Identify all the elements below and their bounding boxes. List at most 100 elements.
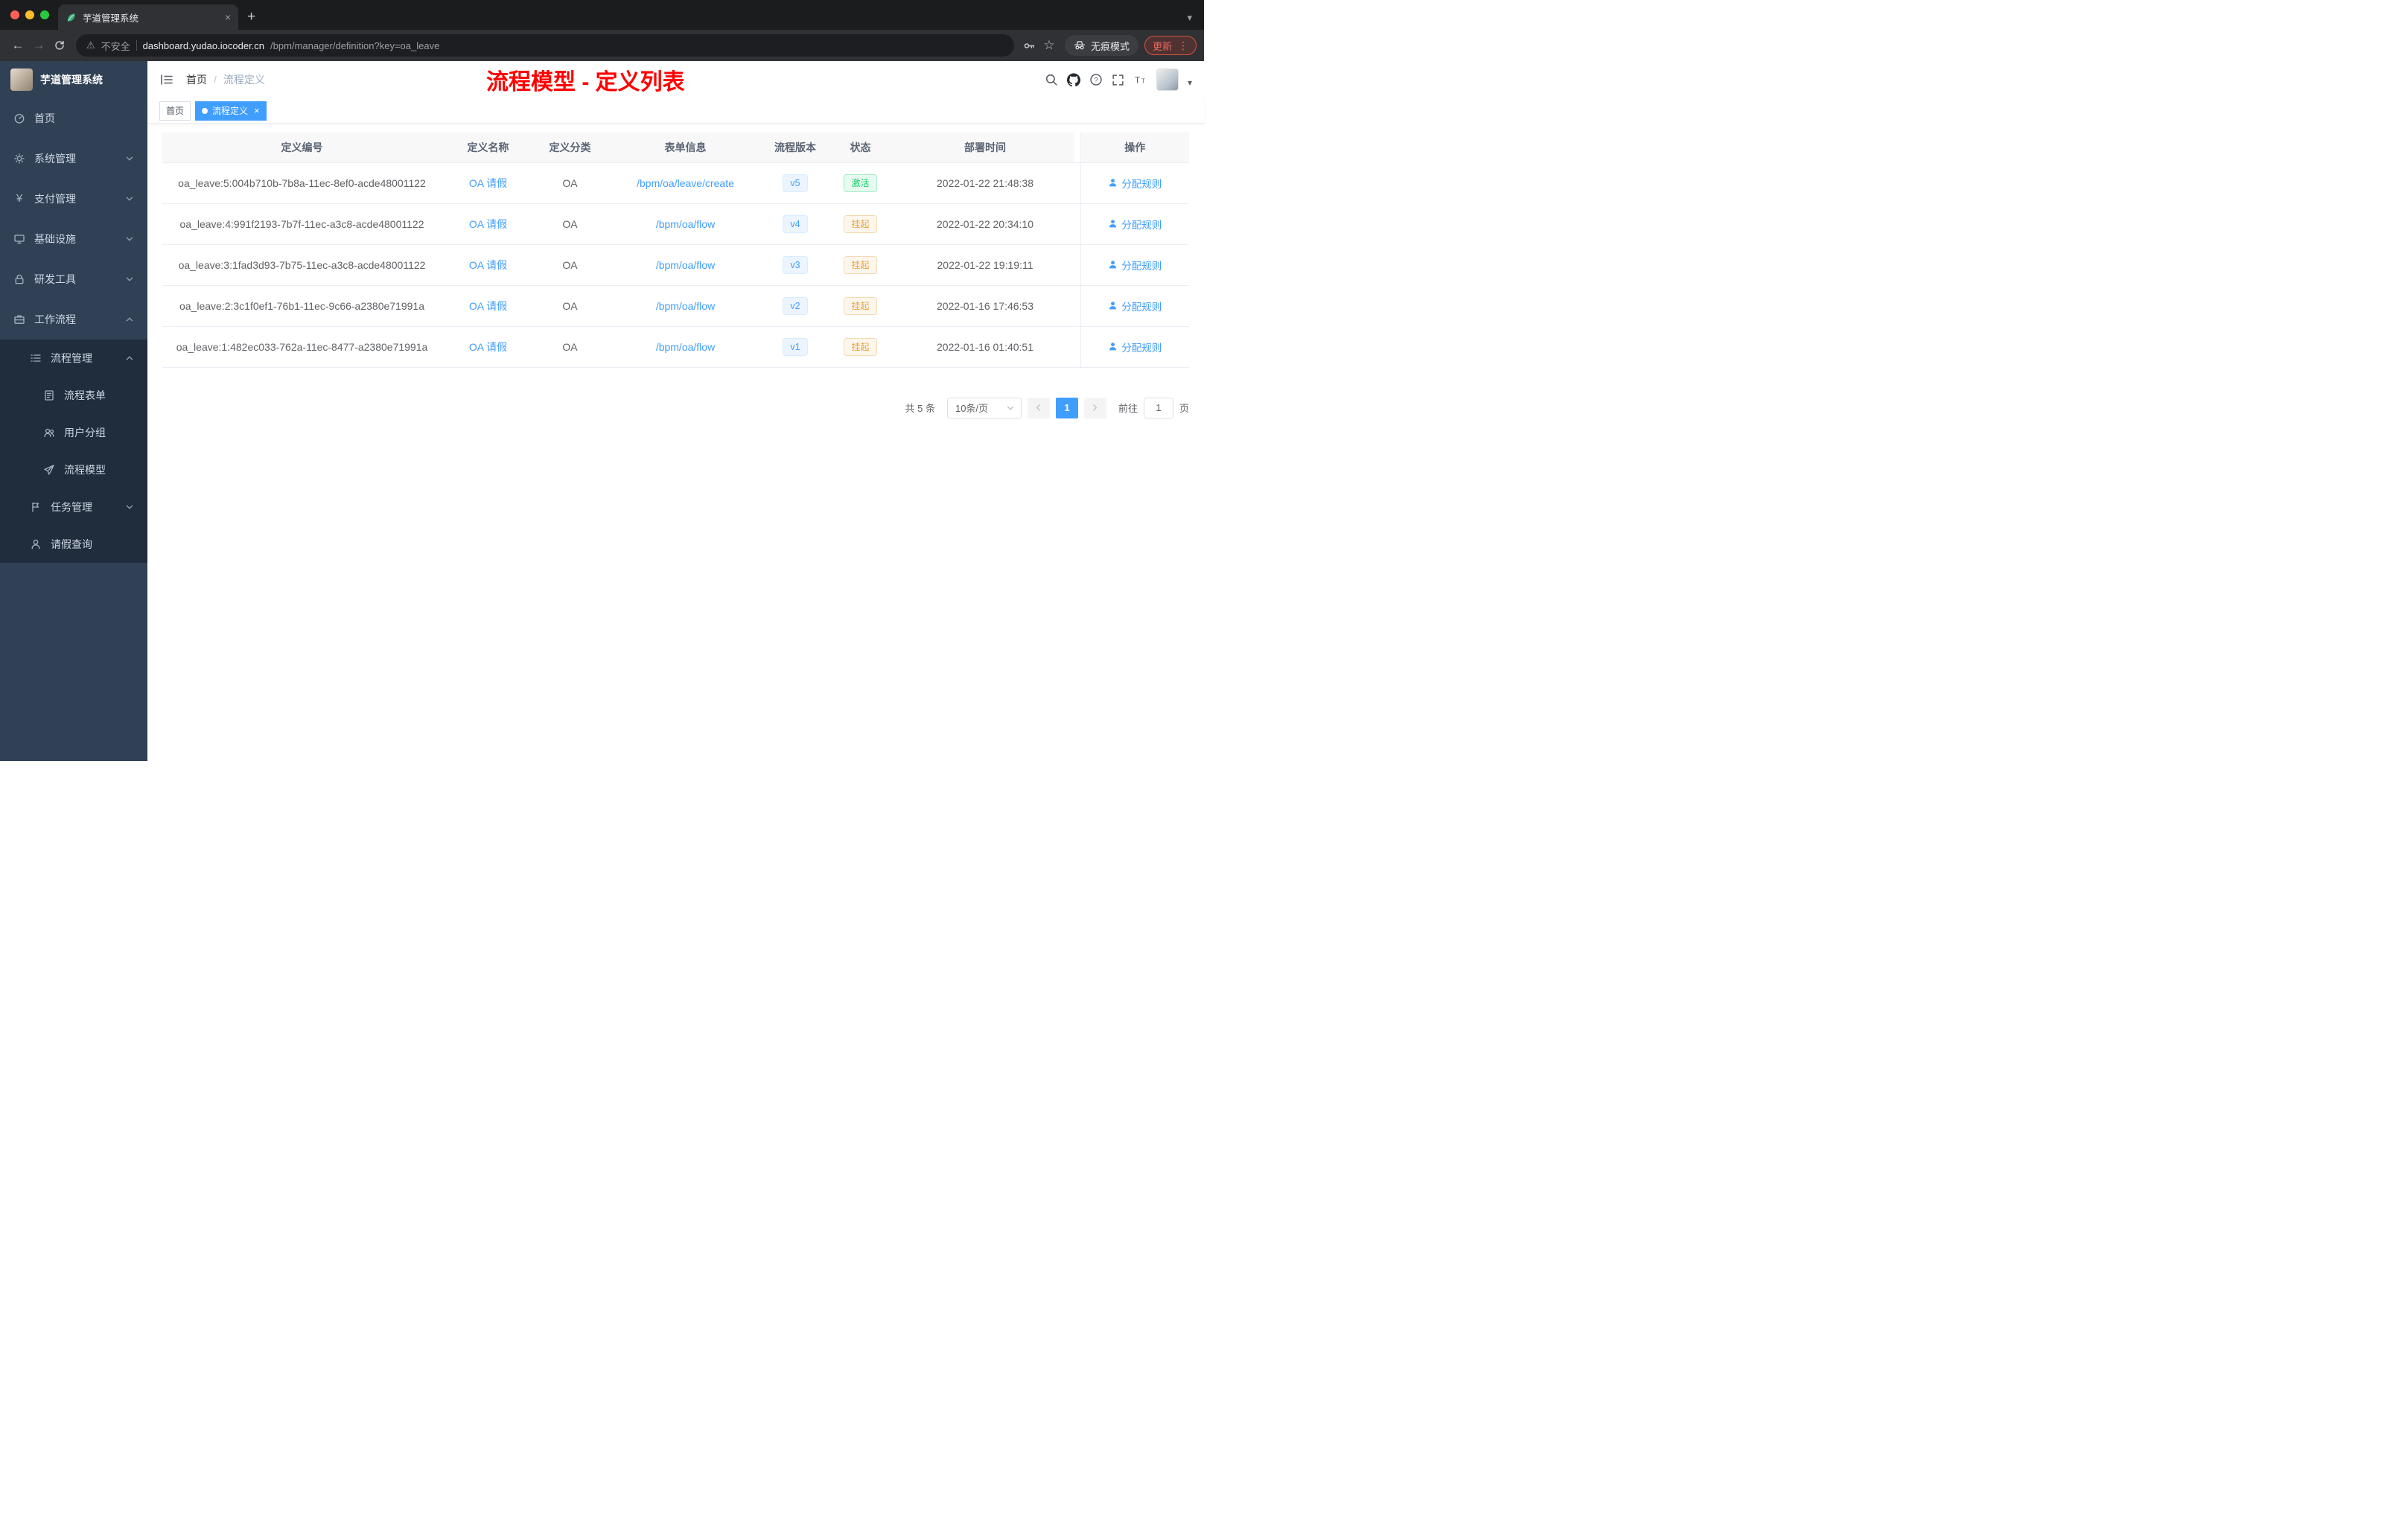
sidebar-item-home[interactable]: 首页 <box>0 98 147 138</box>
window-minimize-button[interactable] <box>25 10 34 19</box>
prev-page-button[interactable] <box>1027 397 1050 418</box>
definition-name-link[interactable]: OA 请假 <box>469 259 507 271</box>
update-button[interactable]: 更新 ⋮ <box>1144 36 1197 55</box>
address-bar[interactable]: ⚠ 不安全 dashboard.yudao.iocoder.cn/bpm/man… <box>76 34 1014 57</box>
tab-list-caret-icon[interactable]: ▾ <box>1187 12 1204 30</box>
cell-deploy-time: 2022-01-16 17:46:53 <box>896 285 1074 327</box>
page-number-button[interactable]: 1 <box>1055 397 1078 418</box>
form-info-link[interactable]: /bpm/oa/leave/create <box>637 177 734 189</box>
assign-rule-button[interactable]: 分配规则 <box>1108 258 1162 273</box>
definition-name-link[interactable]: OA 请假 <box>469 218 507 230</box>
definition-name-link[interactable]: OA 请假 <box>469 341 507 353</box>
sidebar-toggle-icon[interactable] <box>159 72 174 87</box>
definition-name-link[interactable]: OA 请假 <box>469 300 507 312</box>
version-tag: v1 <box>783 337 808 356</box>
sidebar: 芋道管理系统 首页 系统管理 ¥ 支付管理 基础设施 研发工具 工作流程 流程管… <box>0 61 147 761</box>
browser-menu-icon[interactable]: ⋮ <box>1178 39 1188 52</box>
sidebar-item-infrastructure[interactable]: 基础设施 <box>0 219 147 259</box>
security-warning-icon: ⚠ <box>86 39 95 51</box>
chevron-down-icon <box>126 505 133 509</box>
fixed-column-gap <box>1074 326 1080 368</box>
status-tag: 挂起 <box>844 296 877 315</box>
fixed-column-gap <box>1074 244 1080 286</box>
col-deploy-time: 部署时间 <box>896 133 1074 163</box>
avatar-caret-icon[interactable]: ▾ <box>1188 77 1192 88</box>
table-row: oa_leave:4:991f2193-7b7f-11ec-a3c8-acde4… <box>162 203 1189 245</box>
tab-close-icon[interactable]: × <box>225 11 231 23</box>
breadcrumb: 首页 / 流程定义 <box>186 72 265 87</box>
new-tab-button[interactable]: + <box>238 9 264 30</box>
sidebar-item-process-management[interactable]: 流程管理 <box>0 340 147 377</box>
url-divider <box>136 40 137 51</box>
browser-tab-strip: 芋道管理系统 × + ▾ <box>0 0 1204 30</box>
goto-label: 前往 <box>1118 403 1138 414</box>
assign-rule-button[interactable]: 分配规则 <box>1108 217 1162 232</box>
cell-deploy-time: 2022-01-22 19:19:11 <box>896 244 1074 286</box>
bookmark-star-icon[interactable]: ☆ <box>1039 36 1059 55</box>
sidebar-item-leave-query[interactable]: 请假查询 <box>0 526 147 563</box>
fullscreen-icon[interactable] <box>1112 73 1125 86</box>
col-definition-id: 定义编号 <box>162 133 442 163</box>
window-controls <box>10 10 49 19</box>
font-size-icon[interactable]: TT <box>1134 73 1147 86</box>
search-icon[interactable] <box>1045 73 1058 86</box>
lock-icon <box>15 274 24 284</box>
security-label[interactable]: 不安全 <box>101 39 130 53</box>
chevron-down-icon <box>126 237 133 241</box>
version-tag: v5 <box>783 173 808 192</box>
url-host: dashboard.yudao.iocoder.cn <box>142 39 265 51</box>
tags-view: 首页 流程定义 × <box>147 98 1204 124</box>
form-info-link[interactable]: /bpm/oa/flow <box>656 218 715 230</box>
window-zoom-button[interactable] <box>40 10 49 19</box>
reload-button[interactable] <box>49 35 70 56</box>
status-tag: 激活 <box>844 173 877 192</box>
help-icon[interactable]: ? <box>1089 73 1103 86</box>
tag-process-definition-label: 流程定义 <box>212 106 249 116</box>
fixed-column-gap <box>1074 285 1080 327</box>
sidebar-item-system[interactable]: 系统管理 <box>0 138 147 179</box>
breadcrumb-home[interactable]: 首页 <box>186 72 207 87</box>
assign-rule-button[interactable]: 分配规则 <box>1108 299 1162 313</box>
sidebar-item-user-group[interactable]: 用户分组 <box>0 414 147 451</box>
chevron-down-icon <box>126 277 133 281</box>
forward-button[interactable]: → <box>28 35 49 56</box>
incognito-label: 无痕模式 <box>1090 40 1130 52</box>
sidebar-menu: 首页 系统管理 ¥ 支付管理 基础设施 研发工具 工作流程 流程管理 流程表单 … <box>0 98 147 563</box>
col-process-version: 流程版本 <box>765 133 825 163</box>
next-page-button[interactable] <box>1083 397 1106 418</box>
github-icon[interactable] <box>1066 73 1080 86</box>
page-size-select[interactable]: 10条/页 <box>946 397 1022 418</box>
sidebar-item-workflow[interactable]: 工作流程 <box>0 299 147 340</box>
list-icon <box>31 354 41 362</box>
tag-process-definition[interactable]: 流程定义 × <box>195 101 267 121</box>
goto-page-input[interactable] <box>1143 397 1173 418</box>
password-key-icon[interactable] <box>1020 36 1039 55</box>
user-avatar[interactable] <box>1156 69 1179 91</box>
cell-definition-id: oa_leave:1:482ec033-762a-11ec-8477-a2380… <box>162 326 442 368</box>
window-close-button[interactable] <box>10 10 19 19</box>
tag-home[interactable]: 首页 <box>159 101 191 121</box>
form-info-link[interactable]: /bpm/oa/flow <box>656 259 715 271</box>
cell-category: OA <box>535 162 605 204</box>
definition-name-link[interactable]: OA 请假 <box>469 177 507 189</box>
header-actions: ? TT ▾ <box>1045 69 1192 91</box>
back-button[interactable]: ← <box>7 35 28 56</box>
cell-deploy-time: 2022-01-22 20:34:10 <box>896 203 1074 245</box>
tag-close-icon[interactable]: × <box>254 105 260 116</box>
browser-tab[interactable]: 芋道管理系统 × <box>58 4 238 30</box>
sidebar-item-process-form[interactable]: 流程表单 <box>0 377 147 414</box>
definition-table: 定义编号 定义名称 定义分类 表单信息 流程版本 状态 部署时间 操作 oa_l… <box>162 133 1189 368</box>
url-path: /bpm/manager/definition?key=oa_leave <box>270 39 440 51</box>
dashboard-icon <box>14 113 25 124</box>
sidebar-item-task-management[interactable]: 任务管理 <box>0 488 147 526</box>
pagination-total: 共 5 条 <box>905 403 935 414</box>
sidebar-item-process-model[interactable]: 流程模型 <box>0 451 147 488</box>
sidebar-item-payment[interactable]: ¥ 支付管理 <box>0 179 147 219</box>
app-logo[interactable]: 芋道管理系统 <box>0 61 147 98</box>
cell-definition-id: oa_leave:5:004b710b-7b8a-11ec-8ef0-acde4… <box>162 162 442 204</box>
sidebar-item-devtools[interactable]: 研发工具 <box>0 259 147 299</box>
form-info-link[interactable]: /bpm/oa/flow <box>656 300 715 312</box>
assign-rule-button[interactable]: 分配规则 <box>1108 176 1162 191</box>
form-info-link[interactable]: /bpm/oa/flow <box>656 341 715 353</box>
assign-rule-button[interactable]: 分配规则 <box>1108 340 1162 354</box>
